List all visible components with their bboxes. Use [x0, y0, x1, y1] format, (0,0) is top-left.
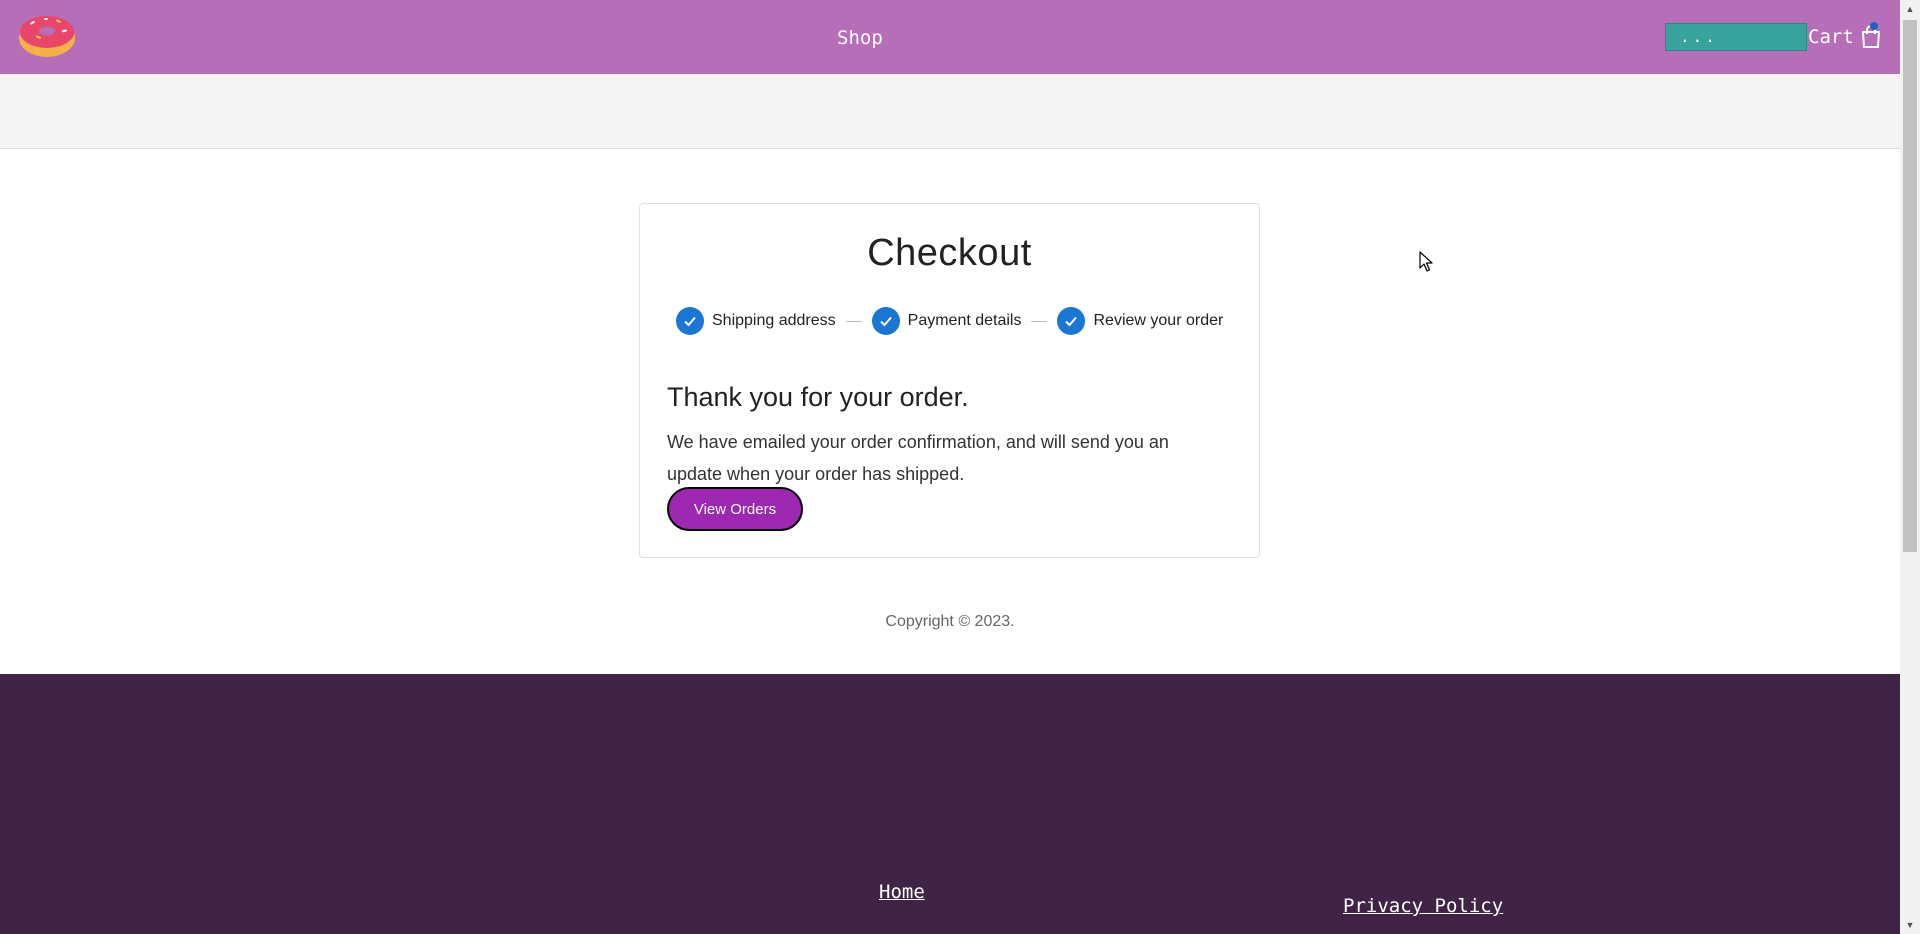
copyright-text: Copyright © 2023.: [885, 613, 1015, 630]
step-label: Shipping address: [712, 312, 836, 329]
mouse-pointer-icon: [1419, 251, 1433, 272]
cart-label: Cart: [1808, 26, 1854, 48]
scroll-up-arrow-icon[interactable]: ▲: [1900, 0, 1920, 18]
page-title: Checkout: [867, 232, 1032, 274]
page-scrollbar[interactable]: ▲ ▼: [1900, 0, 1920, 934]
check-icon: [871, 307, 900, 335]
scrollbar-thumb[interactable]: [1903, 20, 1917, 552]
step-connector: [845, 320, 862, 322]
footer-privacy-policy-link[interactable]: Privacy Policy: [1343, 895, 1503, 917]
nav-shop-link[interactable]: Shop: [837, 27, 883, 49]
step-review-order: Review your order: [1057, 307, 1223, 335]
step-label: Payment details: [907, 312, 1022, 329]
site-footer: Home Privacy Policy: [0, 674, 1900, 934]
cart-button[interactable]: Cart: [1808, 22, 1884, 52]
checkout-card: Checkout Shipping address Payment detail…: [639, 203, 1260, 558]
sub-header-band: [0, 74, 1900, 149]
step-connector: [1031, 320, 1048, 322]
search-input[interactable]: ...: [1665, 23, 1807, 51]
step-label: Review your order: [1093, 312, 1224, 329]
checkout-stepper: Shipping address Payment details Review …: [676, 306, 1223, 336]
check-icon: [1057, 307, 1086, 335]
footer-home-link[interactable]: Home: [879, 881, 925, 903]
confirmation-message: We have emailed your order confirmation,…: [667, 432, 1169, 484]
cart-badge: [1869, 22, 1878, 30]
step-payment-details: Payment details: [871, 307, 1022, 335]
donut-logo-icon[interactable]: [18, 10, 76, 58]
thank-you-heading: Thank you for your order.: [667, 382, 969, 412]
shopping-bag-icon: [1858, 22, 1884, 50]
check-icon: [676, 307, 704, 335]
scroll-down-arrow-icon[interactable]: ▼: [1900, 916, 1920, 934]
top-navbar: Shop ... Cart: [0, 0, 1900, 74]
step-shipping-address: Shipping address: [676, 307, 836, 335]
view-orders-button[interactable]: View Orders: [667, 487, 803, 531]
